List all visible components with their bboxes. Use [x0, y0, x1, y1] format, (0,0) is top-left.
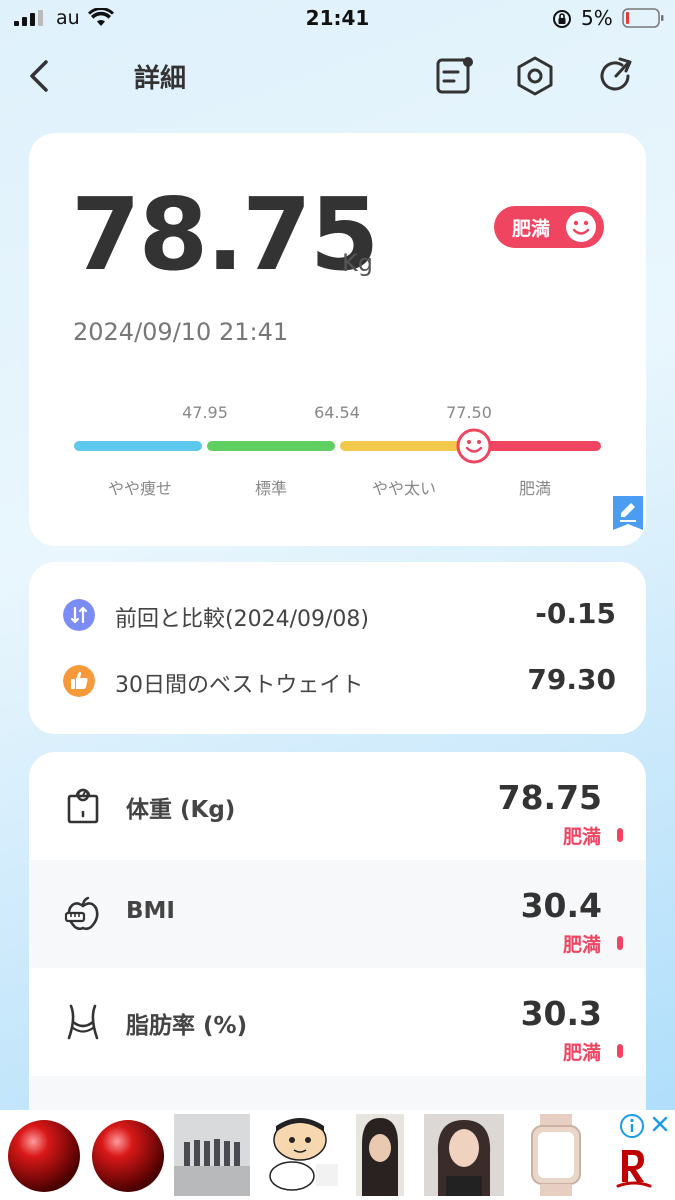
status-bar: au 21:41 5%	[0, 0, 675, 40]
ad-info-close-icon[interactable]	[618, 1112, 672, 1142]
best-weight-value: 79.30	[527, 663, 616, 696]
scale-segment-overweight	[340, 441, 468, 451]
metric-row-weight[interactable]: 体重 (Kg) 78.75 肥満	[29, 752, 646, 860]
ad-smartwatch-image[interactable]	[518, 1114, 594, 1196]
metric-value: 30.3	[520, 994, 602, 1033]
status-indicator	[617, 828, 623, 842]
battery-icon	[622, 8, 664, 28]
rotation-lock-icon	[553, 10, 571, 28]
back-chevron-icon[interactable]	[22, 56, 58, 96]
status-indicator	[617, 936, 623, 950]
metric-label: 体重 (Kg)	[126, 797, 236, 823]
category-label: 肥満	[518, 479, 551, 498]
compare-arrows-icon	[63, 599, 95, 631]
compare-previous-row[interactable]: 前回と比較(2024/09/08) -0.15	[29, 593, 646, 637]
ad-cartoon-image[interactable]	[258, 1114, 342, 1196]
scale-segment-obese	[473, 441, 601, 451]
metric-status: 肥満	[562, 826, 601, 848]
thumbs-up-icon	[63, 665, 95, 697]
scale-icon	[67, 788, 99, 824]
metrics-list: 体重 (Kg) 78.75 肥満 BMI 30.4 肥満 脂肪率 (%) 30.…	[29, 752, 646, 1110]
ad-red-balls-image[interactable]	[6, 1114, 166, 1196]
metric-label: 脂肪率 (%)	[126, 1013, 248, 1039]
metric-status: 肥満	[562, 934, 601, 956]
comparison-card: 前回と比較(2024/09/08) -0.15 30日間のベストウェイト 79.…	[29, 562, 646, 734]
metric-row-body-fat[interactable]: 脂肪率 (%) 30.3 肥満	[29, 968, 646, 1076]
metric-value: 78.75	[497, 778, 602, 817]
waist-icon	[67, 1004, 99, 1040]
battery-percent: 5%	[581, 6, 613, 30]
status-indicator	[617, 1044, 623, 1058]
best-weight-row[interactable]: 30日間のベストウェイト 79.30	[29, 659, 646, 703]
scale-segment-normal	[207, 441, 335, 451]
best-weight-label: 30日間のベストウェイト	[115, 673, 364, 698]
compare-label: 前回と比較(2024/09/08)	[115, 607, 369, 632]
metric-status: 肥満	[562, 1042, 601, 1064]
ad-model-image[interactable]	[424, 1114, 504, 1196]
apple-tape-icon	[64, 896, 99, 931]
edit-icon[interactable]	[613, 496, 643, 530]
weight-summary-card: 78.75 Kg 肥満 2024/09/10 21:41 47.95 64.54…	[29, 133, 646, 546]
threshold-label: 64.54	[314, 403, 360, 422]
report-icon[interactable]	[432, 54, 476, 98]
weight-unit: Kg	[342, 249, 373, 277]
ad-group-photo-image[interactable]	[174, 1114, 250, 1196]
metric-row-next[interactable]	[29, 1076, 646, 1110]
compare-value: -0.15	[535, 597, 616, 630]
metric-row-bmi[interactable]: BMI 30.4 肥満	[29, 860, 646, 968]
status-badge: 肥満	[494, 206, 604, 248]
ad-brand-logo[interactable]	[616, 1146, 652, 1190]
scale-marker-smiley-icon	[456, 428, 492, 464]
settings-hexagon-icon[interactable]	[513, 54, 557, 98]
weight-value: 78.75	[71, 176, 379, 293]
share-icon[interactable]	[594, 54, 638, 98]
metric-value: 30.4	[520, 886, 602, 925]
metric-label: BMI	[126, 898, 175, 924]
ad-portrait-image[interactable]	[356, 1114, 404, 1196]
status-badge-label: 肥満	[512, 218, 551, 240]
scale-segment-underweight	[74, 441, 202, 451]
category-label: やや太い	[371, 479, 436, 498]
threshold-label: 47.95	[182, 403, 228, 422]
ad-banner[interactable]	[0, 1110, 675, 1200]
category-label: やや痩せ	[107, 479, 172, 498]
clock: 21:41	[305, 6, 370, 30]
measured-datetime: 2024/09/10 21:41	[73, 318, 289, 346]
smiley-icon	[566, 212, 596, 242]
page-title: 詳細	[134, 64, 187, 94]
category-label: 標準	[254, 479, 287, 498]
threshold-label: 77.50	[446, 403, 492, 422]
